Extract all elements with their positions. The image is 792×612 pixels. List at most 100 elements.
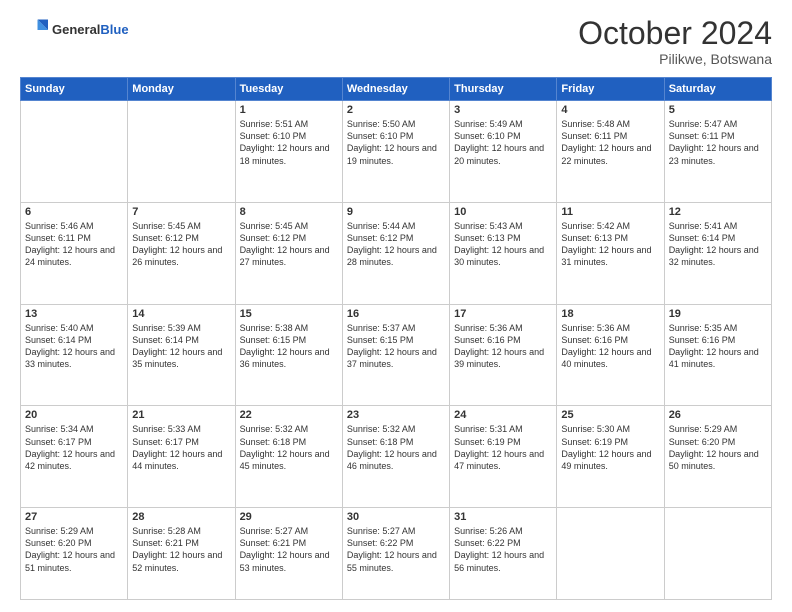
logo: GeneralBlue (20, 16, 129, 44)
cell-content: Sunrise: 5:27 AM Sunset: 6:22 PM Dayligh… (347, 525, 445, 574)
cell-content: Sunrise: 5:35 AM Sunset: 6:16 PM Dayligh… (669, 322, 767, 371)
cell-content: Sunrise: 5:33 AM Sunset: 6:17 PM Dayligh… (132, 423, 230, 472)
calendar-cell: 10 Sunrise: 5:43 AM Sunset: 6:13 PM Dayli… (450, 202, 557, 304)
cell-content: Sunrise: 5:45 AM Sunset: 6:12 PM Dayligh… (240, 220, 338, 269)
calendar-cell: 11 Sunrise: 5:42 AM Sunset: 6:13 PM Dayli… (557, 202, 664, 304)
calendar-week-4: 27 Sunrise: 5:29 AM Sunset: 6:20 PM Dayli… (21, 508, 772, 600)
day-number: 15 (240, 308, 338, 320)
day-header-thursday: Thursday (450, 78, 557, 101)
calendar-cell: 26 Sunrise: 5:29 AM Sunset: 6:20 PM Dayli… (664, 406, 771, 508)
day-number: 14 (132, 308, 230, 320)
calendar-cell: 25 Sunrise: 5:30 AM Sunset: 6:19 PM Dayli… (557, 406, 664, 508)
calendar-cell: 7Sunrise: 5:45 AM Sunset: 6:12 PM Daylig… (128, 202, 235, 304)
calendar-cell: 9 Sunrise: 5:44 AM Sunset: 6:12 PM Daylig… (342, 202, 449, 304)
cell-content: Sunrise: 5:36 AM Sunset: 6:16 PM Dayligh… (454, 322, 552, 371)
day-number: 31 (454, 511, 552, 523)
calendar-cell: 18 Sunrise: 5:36 AM Sunset: 6:16 PM Dayli… (557, 304, 664, 406)
calendar-cell: 1Sunrise: 5:51 AM Sunset: 6:10 PM Daylig… (235, 101, 342, 203)
calendar-cell: 23Sunrise: 5:32 AM Sunset: 6:18 PM Dayli… (342, 406, 449, 508)
logo-icon (20, 16, 48, 44)
cell-content: Sunrise: 5:27 AM Sunset: 6:21 PM Dayligh… (240, 525, 338, 574)
cell-content: Sunrise: 5:34 AM Sunset: 6:17 PM Dayligh… (25, 423, 123, 472)
cell-content: Sunrise: 5:28 AM Sunset: 6:21 PM Dayligh… (132, 525, 230, 574)
day-number: 20 (25, 409, 123, 421)
day-number: 6 (25, 206, 123, 218)
day-number: 5 (669, 104, 767, 116)
header: GeneralBlue October 2024 Pilikwe, Botswa… (20, 16, 772, 67)
day-number: 22 (240, 409, 338, 421)
cell-content: Sunrise: 5:39 AM Sunset: 6:14 PM Dayligh… (132, 322, 230, 371)
cell-content: Sunrise: 5:43 AM Sunset: 6:13 PM Dayligh… (454, 220, 552, 269)
calendar-cell (557, 508, 664, 600)
calendar-cell: 20 Sunrise: 5:34 AM Sunset: 6:17 PM Dayli… (21, 406, 128, 508)
logo-blue: Blue (100, 22, 128, 37)
calendar-cell: 6 Sunrise: 5:46 AM Sunset: 6:11 PM Daylig… (21, 202, 128, 304)
calendar-cell: 15 Sunrise: 5:38 AM Sunset: 6:15 PM Dayli… (235, 304, 342, 406)
day-number: 29 (240, 511, 338, 523)
day-number: 28 (132, 511, 230, 523)
cell-content: Sunrise: 5:41 AM Sunset: 6:14 PM Dayligh… (669, 220, 767, 269)
cell-content: Sunrise: 5:32 AM Sunset: 6:18 PM Dayligh… (240, 423, 338, 472)
cell-content: Sunrise: 5:47 AM Sunset: 6:11 PM Dayligh… (669, 118, 767, 167)
logo-text: GeneralBlue (52, 22, 129, 38)
calendar-cell: 17 Sunrise: 5:36 AM Sunset: 6:16 PM Dayli… (450, 304, 557, 406)
calendar-cell: 14 Sunrise: 5:39 AM Sunset: 6:14 PM Dayli… (128, 304, 235, 406)
calendar-cell: 12 Sunrise: 5:41 AM Sunset: 6:14 PM Dayli… (664, 202, 771, 304)
calendar-table: SundayMondayTuesdayWednesdayThursdayFrid… (20, 77, 772, 600)
day-number: 25 (561, 409, 659, 421)
day-number: 10 (454, 206, 552, 218)
calendar-cell: 16Sunrise: 5:37 AM Sunset: 6:15 PM Dayli… (342, 304, 449, 406)
cell-content: Sunrise: 5:44 AM Sunset: 6:12 PM Dayligh… (347, 220, 445, 269)
cell-content: Sunrise: 5:42 AM Sunset: 6:13 PM Dayligh… (561, 220, 659, 269)
calendar-cell: 24Sunrise: 5:31 AM Sunset: 6:19 PM Dayli… (450, 406, 557, 508)
calendar-cell: 30 Sunrise: 5:27 AM Sunset: 6:22 PM Dayli… (342, 508, 449, 600)
cell-content: Sunrise: 5:36 AM Sunset: 6:16 PM Dayligh… (561, 322, 659, 371)
day-number: 3 (454, 104, 552, 116)
day-number: 26 (669, 409, 767, 421)
calendar-cell: 21 Sunrise: 5:33 AM Sunset: 6:17 PM Dayli… (128, 406, 235, 508)
day-number: 23 (347, 409, 445, 421)
cell-content: Sunrise: 5:30 AM Sunset: 6:19 PM Dayligh… (561, 423, 659, 472)
calendar-cell: 3 Sunrise: 5:49 AM Sunset: 6:10 PM Daylig… (450, 101, 557, 203)
day-number: 12 (669, 206, 767, 218)
day-number: 8 (240, 206, 338, 218)
calendar-cell: 27 Sunrise: 5:29 AM Sunset: 6:20 PM Dayli… (21, 508, 128, 600)
cell-content: Sunrise: 5:48 AM Sunset: 6:11 PM Dayligh… (561, 118, 659, 167)
day-number: 30 (347, 511, 445, 523)
cell-content: Sunrise: 5:26 AM Sunset: 6:22 PM Dayligh… (454, 525, 552, 574)
calendar-cell: 28 Sunrise: 5:28 AM Sunset: 6:21 PM Dayli… (128, 508, 235, 600)
cell-content: Sunrise: 5:31 AM Sunset: 6:19 PM Dayligh… (454, 423, 552, 472)
cell-content: Sunrise: 5:40 AM Sunset: 6:14 PM Dayligh… (25, 322, 123, 371)
day-number: 27 (25, 511, 123, 523)
calendar-cell (664, 508, 771, 600)
day-number: 2 (347, 104, 445, 116)
day-number: 16 (347, 308, 445, 320)
day-number: 4 (561, 104, 659, 116)
cell-content: Sunrise: 5:38 AM Sunset: 6:15 PM Dayligh… (240, 322, 338, 371)
calendar-cell (21, 101, 128, 203)
calendar-week-0: 1Sunrise: 5:51 AM Sunset: 6:10 PM Daylig… (21, 101, 772, 203)
title-block: October 2024 Pilikwe, Botswana (578, 16, 772, 67)
calendar-cell: 13Sunrise: 5:40 AM Sunset: 6:14 PM Dayli… (21, 304, 128, 406)
cell-content: Sunrise: 5:46 AM Sunset: 6:11 PM Dayligh… (25, 220, 123, 269)
cell-content: Sunrise: 5:29 AM Sunset: 6:20 PM Dayligh… (25, 525, 123, 574)
cell-content: Sunrise: 5:29 AM Sunset: 6:20 PM Dayligh… (669, 423, 767, 472)
calendar-cell: 31 Sunrise: 5:26 AM Sunset: 6:22 PM Dayli… (450, 508, 557, 600)
day-header-saturday: Saturday (664, 78, 771, 101)
day-number: 21 (132, 409, 230, 421)
day-number: 9 (347, 206, 445, 218)
calendar-cell: 29 Sunrise: 5:27 AM Sunset: 6:21 PM Dayli… (235, 508, 342, 600)
calendar-week-3: 20 Sunrise: 5:34 AM Sunset: 6:17 PM Dayli… (21, 406, 772, 508)
calendar-cell: 4 Sunrise: 5:48 AM Sunset: 6:11 PM Daylig… (557, 101, 664, 203)
day-number: 18 (561, 308, 659, 320)
cell-content: Sunrise: 5:49 AM Sunset: 6:10 PM Dayligh… (454, 118, 552, 167)
day-header-wednesday: Wednesday (342, 78, 449, 101)
logo-general: General (52, 22, 100, 37)
cell-content: Sunrise: 5:51 AM Sunset: 6:10 PM Dayligh… (240, 118, 338, 167)
calendar-cell (128, 101, 235, 203)
day-number: 17 (454, 308, 552, 320)
calendar-cell: 22 Sunrise: 5:32 AM Sunset: 6:18 PM Dayli… (235, 406, 342, 508)
day-number: 11 (561, 206, 659, 218)
day-header-monday: Monday (128, 78, 235, 101)
calendar-cell: 2Sunrise: 5:50 AM Sunset: 6:10 PM Daylig… (342, 101, 449, 203)
